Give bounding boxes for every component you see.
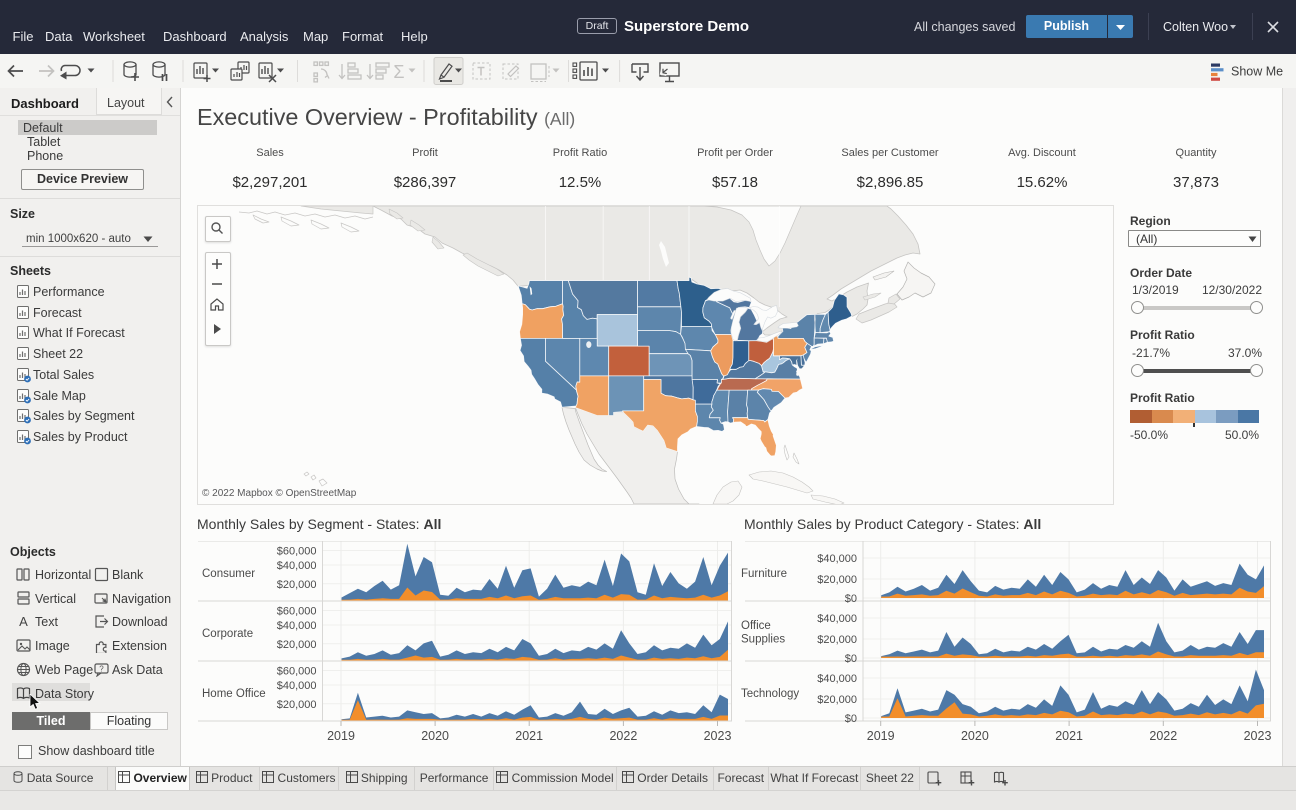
svg-text:$60,000: $60,000	[277, 666, 317, 678]
svg-text:2019: 2019	[327, 729, 355, 743]
svg-text:$20,000: $20,000	[817, 574, 857, 586]
svg-text:$0: $0	[845, 713, 857, 725]
svg-text:Furniture: Furniture	[741, 568, 787, 580]
svg-text:2019: 2019	[867, 729, 895, 743]
svg-text:2021: 2021	[515, 729, 543, 743]
svg-text:$60,000: $60,000	[277, 606, 317, 618]
svg-text:$40,000: $40,000	[277, 620, 317, 632]
svg-text:2020: 2020	[421, 729, 449, 743]
svg-text:Supplies: Supplies	[741, 634, 785, 646]
svg-text:$40,000: $40,000	[277, 560, 317, 572]
svg-text:2020: 2020	[961, 729, 989, 743]
svg-text:$60,000: $60,000	[277, 546, 317, 558]
svg-text:$20,000: $20,000	[277, 639, 317, 651]
svg-text:2023: 2023	[1244, 729, 1271, 743]
svg-text:Home Office: Home Office	[202, 688, 266, 700]
svg-text:2021: 2021	[1055, 729, 1083, 743]
svg-text:$40,000: $40,000	[817, 553, 857, 565]
svg-text:2023: 2023	[704, 729, 732, 743]
svg-text:$20,000: $20,000	[277, 699, 317, 711]
svg-text:A: A	[19, 614, 28, 629]
svg-text:$20,000: $20,000	[817, 694, 857, 706]
svg-text:2022: 2022	[1149, 729, 1177, 743]
svg-text:$0: $0	[845, 593, 857, 605]
svg-text:2022: 2022	[609, 729, 637, 743]
svg-text:Show Me: Show Me	[1231, 65, 1283, 79]
svg-text:Σ: Σ	[393, 62, 404, 82]
svg-text:Corporate: Corporate	[202, 628, 253, 640]
svg-text:$40,000: $40,000	[817, 673, 857, 685]
svg-text:Consumer: Consumer	[202, 568, 255, 580]
svg-text:$0: $0	[845, 653, 857, 665]
svg-text:$20,000: $20,000	[817, 634, 857, 646]
svg-text:Technology: Technology	[741, 688, 799, 700]
svg-text:?: ?	[99, 664, 104, 673]
svg-text:$40,000: $40,000	[817, 613, 857, 625]
svg-text:Office: Office	[741, 620, 771, 632]
svg-text:$20,000: $20,000	[277, 579, 317, 591]
svg-text:$40,000: $40,000	[277, 680, 317, 692]
